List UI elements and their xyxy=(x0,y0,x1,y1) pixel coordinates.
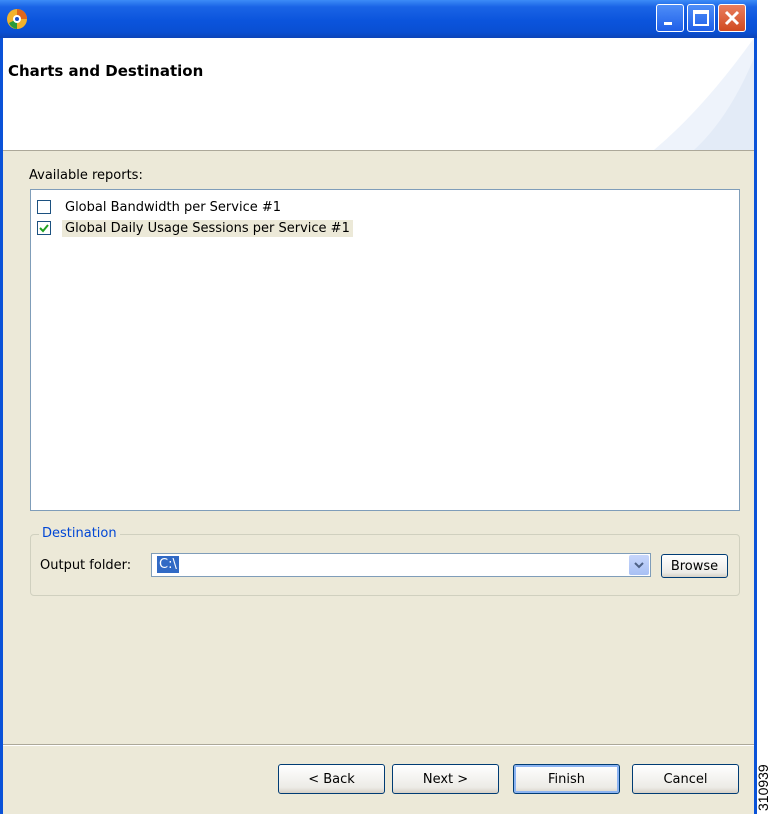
dialog-window: Charts and Destination Available reports… xyxy=(0,0,757,814)
list-item[interactable]: Global Bandwidth per Service #1 xyxy=(37,197,284,217)
destination-legend: Destination xyxy=(39,526,120,541)
maximize-icon xyxy=(693,10,709,26)
destination-group: Destination Output folder: C:\ Browse xyxy=(30,526,740,596)
maximize-button[interactable] xyxy=(687,4,715,32)
minimize-icon xyxy=(664,22,672,25)
app-icon xyxy=(7,9,27,29)
next-button[interactable]: Next > xyxy=(392,764,499,794)
page-title: Charts and Destination xyxy=(8,62,204,80)
figure-number-text: 310939 xyxy=(755,764,771,811)
minimize-button[interactable] xyxy=(656,4,684,32)
dropdown-button[interactable] xyxy=(629,555,649,575)
close-icon xyxy=(724,10,740,26)
output-folder-label: Output folder: xyxy=(40,558,132,573)
finish-button[interactable]: Finish xyxy=(513,764,620,794)
figure-number: 310939 xyxy=(754,740,772,814)
available-reports-label: Available reports: xyxy=(29,168,143,183)
output-folder-value[interactable]: C:\ xyxy=(157,556,179,573)
report-list[interactable]: Global Bandwidth per Service #1 Global D… xyxy=(30,189,740,511)
output-folder-combo[interactable]: C:\ xyxy=(151,553,651,577)
cancel-button[interactable]: Cancel xyxy=(632,764,739,794)
banner-decoration xyxy=(654,38,754,150)
report-label: Global Bandwidth per Service #1 xyxy=(65,199,282,215)
browse-button[interactable]: Browse xyxy=(661,554,728,578)
report-checkbox[interactable] xyxy=(37,221,51,235)
checkmark-icon xyxy=(39,224,49,233)
report-label: Global Daily Usage Sessions per Service … xyxy=(62,219,353,237)
dialog-body: Charts and Destination Available reports… xyxy=(3,38,754,814)
chevron-down-icon xyxy=(634,562,644,569)
close-button[interactable] xyxy=(718,4,746,32)
list-item[interactable]: Global Daily Usage Sessions per Service … xyxy=(37,218,353,238)
footer-separator xyxy=(3,744,754,746)
title-bar[interactable] xyxy=(0,0,757,38)
report-checkbox[interactable] xyxy=(37,200,51,214)
header-banner: Charts and Destination xyxy=(3,38,754,151)
back-button[interactable]: < Back xyxy=(278,764,385,794)
